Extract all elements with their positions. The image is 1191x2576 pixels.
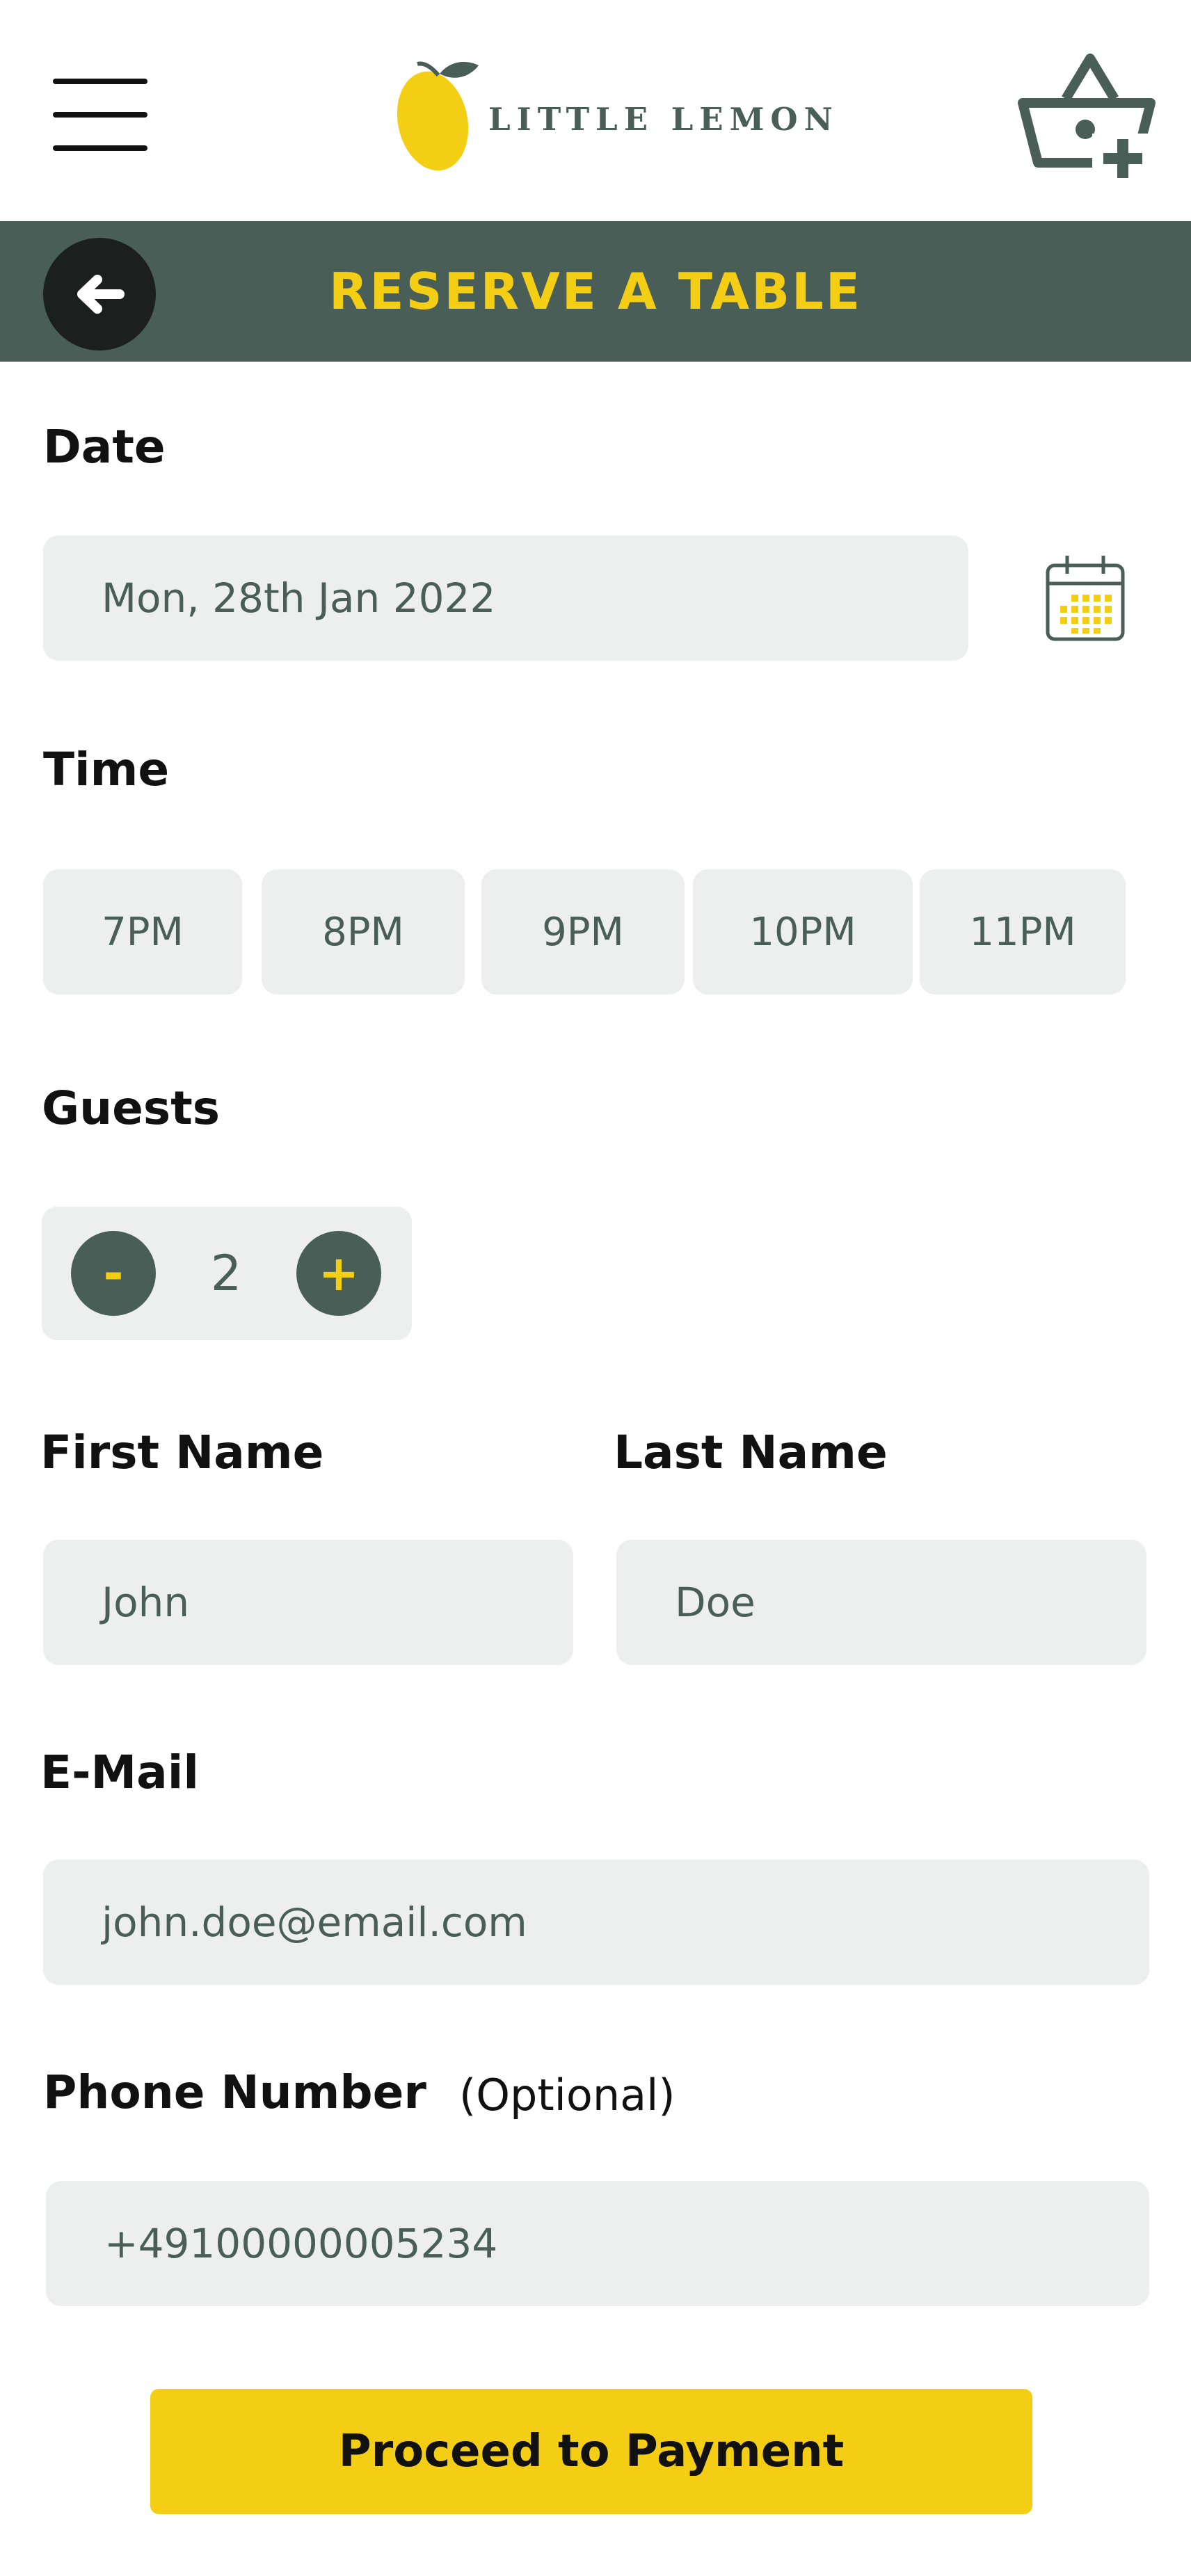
time-label: Time	[43, 743, 170, 796]
phone-optional-hint: (Optional)	[459, 2070, 676, 2120]
date-label: Date	[43, 420, 166, 474]
email-label: E-Mail	[40, 1746, 199, 1799]
time-option-10pm[interactable]: 10PM	[693, 869, 913, 995]
time-option-9pm[interactable]: 9PM	[481, 869, 685, 995]
guests-label: Guests	[42, 1081, 221, 1135]
hamburger-menu-icon[interactable]	[49, 73, 152, 156]
arrow-left-icon	[77, 275, 125, 314]
phone-label: Phone Number	[43, 2066, 426, 2119]
brand-name: LITTLE LEMON	[488, 101, 839, 138]
first-name-label: First Name	[40, 1426, 324, 1479]
increment-button[interactable]: +	[296, 1231, 381, 1316]
page-title: RESERVE A TABLE	[328, 262, 863, 321]
proceed-to-payment-button[interactable]: Proceed to Payment	[150, 2389, 1032, 2514]
last-name-label: Last Name	[614, 1426, 888, 1479]
guests-count: 2	[210, 1245, 242, 1302]
first-name-field[interactable]: John	[43, 1540, 573, 1665]
time-option-8pm[interactable]: 8PM	[262, 869, 465, 995]
last-name-field[interactable]: Doe	[616, 1540, 1146, 1665]
time-option-11pm[interactable]: 11PM	[920, 869, 1126, 995]
back-button[interactable]	[43, 238, 156, 351]
decrement-button[interactable]: -	[71, 1231, 156, 1316]
calendar-icon[interactable]	[1044, 553, 1127, 643]
email-field[interactable]: john.doe@email.com	[43, 1860, 1149, 1985]
lemon-icon	[397, 61, 479, 171]
date-field[interactable]: Mon, 28th Jan 2022	[43, 536, 968, 661]
time-option-7pm[interactable]: 7PM	[43, 869, 242, 995]
phone-field[interactable]: +49100000005234	[46, 2181, 1149, 2306]
basket-add-icon[interactable]	[1017, 50, 1156, 182]
logo	[390, 56, 487, 181]
